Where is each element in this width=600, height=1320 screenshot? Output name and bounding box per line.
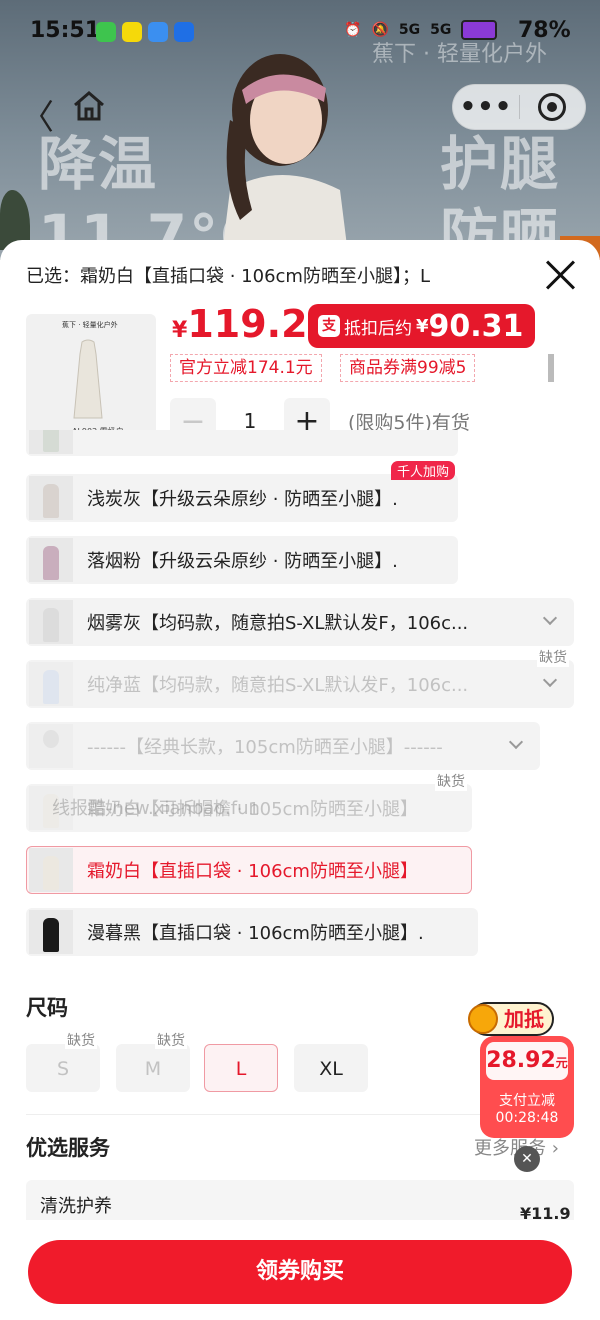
color-option-partial[interactable]: [26, 430, 458, 456]
signal-1-icon: 5G: [398, 22, 421, 38]
option-label: 烟雾灰【均码款，随意拍S-XL默认发F，106c...: [87, 613, 469, 634]
price-currency: ¥: [172, 318, 188, 343]
close-icon[interactable]: [544, 258, 578, 292]
bottom-action-bar: 领券购买: [0, 1220, 600, 1320]
size-option-m[interactable]: M 缺货: [116, 1033, 190, 1092]
option-label: 漫暮黑【直插口袋 · 106cm防晒至小腿】.: [87, 923, 424, 944]
size-label: L: [235, 1058, 247, 1080]
color-option-selected[interactable]: 霜奶白【直插口袋 · 106cm防晒至小腿】: [26, 846, 472, 894]
miniprogram-capsule: •••: [452, 84, 586, 130]
out-of-stock-tag: 缺货: [537, 647, 569, 667]
color-option[interactable]: 漫暮黑【直插口袋 · 106cm防晒至小腿】.: [26, 908, 478, 956]
option-label: 落烟粉【升级云朵原纱 · 防晒至小腿】.: [87, 551, 398, 572]
option-thumbnail: [29, 662, 73, 706]
sku-selector-sheet: 已选：霜奶白【直插口袋 · 106cm防晒至小腿】；L 蕉下 · 轻量化户外 A…: [0, 240, 600, 1320]
model-photo: [221, 54, 349, 260]
selected-summary: 已选：霜奶白【直插口袋 · 106cm防晒至小腿】；L: [26, 266, 430, 287]
option-thumbnail: [29, 538, 73, 582]
option-label: 浅炭灰【升级云朵原纱 · 防晒至小腿】.: [87, 489, 398, 510]
product-thumbnail[interactable]: 蕉下 · 轻量化户外 AL902 霜奶白: [26, 314, 156, 444]
option-thumbnail: [29, 430, 73, 454]
hot-tag: 千人加购: [390, 461, 455, 480]
discount-amount-value: 28.92: [486, 1048, 556, 1073]
battery-percent: 78%: [518, 18, 571, 43]
option-swatch: [43, 484, 59, 518]
service-item-name: 清洗护养: [40, 1196, 112, 1217]
discount-card[interactable]: 28.92元 支付立减 00:28:48: [480, 1036, 574, 1138]
status-bar: 15:51 ⏰ 🔕 5G 5G 78%: [0, 0, 600, 64]
size-section-title: 尺码: [26, 996, 68, 1020]
option-thumbnail: [29, 476, 73, 520]
deduct-value: 90.31: [428, 308, 524, 344]
messages-app-icon: [96, 22, 116, 42]
signal-2-icon: 5G: [430, 22, 452, 38]
discount-amount-unit: 元: [555, 1056, 568, 1070]
color-option-list[interactable]: 浅炭灰【升级云朵原纱 · 防晒至小腿】. 千人加购 落烟粉【升级云朵原纱 · 防…: [0, 430, 600, 970]
pay-discount-label: 支付立减: [499, 1093, 555, 1109]
option-thumbnail: [29, 848, 73, 892]
thumbnail-brand: 蕉下 · 轻量化户外: [62, 321, 118, 329]
out-of-stock-tag: 缺货: [155, 1033, 187, 1049]
mute-icon: 🔕: [371, 22, 389, 38]
dress-image: [73, 339, 103, 419]
close-badge-icon[interactable]: ✕: [514, 1146, 540, 1172]
deduct-currency: ¥: [416, 315, 429, 337]
alipay-icon: 支: [318, 315, 340, 337]
color-option[interactable]: 纯净蓝【均码款，随意拍S-XL默认发F，106c... 缺货: [26, 647, 574, 708]
notification-app-icons: [96, 22, 194, 42]
discount-amount: 28.92元: [486, 1042, 568, 1080]
size-label: M: [144, 1058, 162, 1080]
floating-discount-badge[interactable]: 加抵 28.92元 支付立减 00:28:48 ✕: [468, 1002, 578, 1172]
buy-with-coupon-button[interactable]: 领券购买: [28, 1240, 572, 1304]
alarm-icon: ⏰: [344, 22, 362, 38]
coupon-official[interactable]: 官方立减174.1元: [170, 354, 322, 382]
option-thumbnail: [29, 724, 73, 768]
watermark: 线报酷-new.xianbao.fun: [52, 798, 260, 819]
countdown-timer: 00:28:48: [495, 1110, 559, 1126]
option-label: 纯净蓝【均码款，随意拍S-XL默认发F，106c...: [87, 675, 469, 696]
deduct-label: 抵扣后约: [344, 318, 412, 339]
size-label: XL: [319, 1058, 343, 1080]
coin-icon: [468, 1004, 498, 1034]
deduct-price-badge: 支 抵扣后约 ¥ 90.31: [308, 304, 536, 348]
status-time: 15:51: [30, 18, 101, 43]
color-option[interactable]: 落烟粉【升级云朵原纱 · 防晒至小腿】.: [26, 536, 458, 584]
chevron-down-icon[interactable]: [542, 672, 558, 688]
system-icons: ⏰ 🔕 5G 5G: [344, 20, 498, 40]
chevron-down-icon[interactable]: [542, 610, 558, 626]
close-miniprogram-icon[interactable]: [520, 93, 585, 121]
cloud-app-icon: [148, 22, 168, 42]
back-icon[interactable]: 〈: [20, 90, 54, 139]
size-option-xl[interactable]: XL: [294, 1044, 368, 1092]
color-option[interactable]: 烟雾灰【均码款，随意拍S-XL默认发F，106c...: [26, 598, 574, 646]
out-of-stock-tag: 缺货: [435, 771, 467, 791]
out-of-stock-tag: 缺货: [65, 1033, 97, 1049]
yellow-app-icon: [122, 22, 142, 42]
color-option[interactable]: ------【经典长款，105cm防晒至小腿】------: [26, 722, 540, 770]
service-section-title: 优选服务: [26, 1136, 110, 1160]
chevron-down-icon[interactable]: [508, 734, 524, 750]
battery-icon: [461, 20, 498, 40]
color-option[interactable]: 浅炭灰【升级云朵原纱 · 防晒至小腿】. 千人加购: [26, 461, 458, 522]
more-menu-icon[interactable]: •••: [453, 92, 519, 122]
size-option-s[interactable]: S 缺货: [26, 1033, 100, 1092]
option-label: ------【经典长款，105cm防晒至小腿】------: [87, 737, 443, 758]
size-option-l[interactable]: L: [204, 1044, 278, 1092]
coupon-scroll-indicator: [548, 354, 554, 382]
home-icon[interactable]: [72, 90, 106, 122]
coupon-store[interactable]: 商品券满99减5: [340, 354, 476, 382]
option-thumbnail: [29, 600, 73, 644]
size-label: S: [56, 1058, 70, 1080]
banner-right-line-1: 护腿: [440, 130, 561, 198]
option-thumbnail: [29, 910, 73, 954]
option-label: 霜奶白【直插口袋 · 106cm防晒至小腿】: [87, 861, 418, 882]
browser-app-icon: [174, 22, 194, 42]
